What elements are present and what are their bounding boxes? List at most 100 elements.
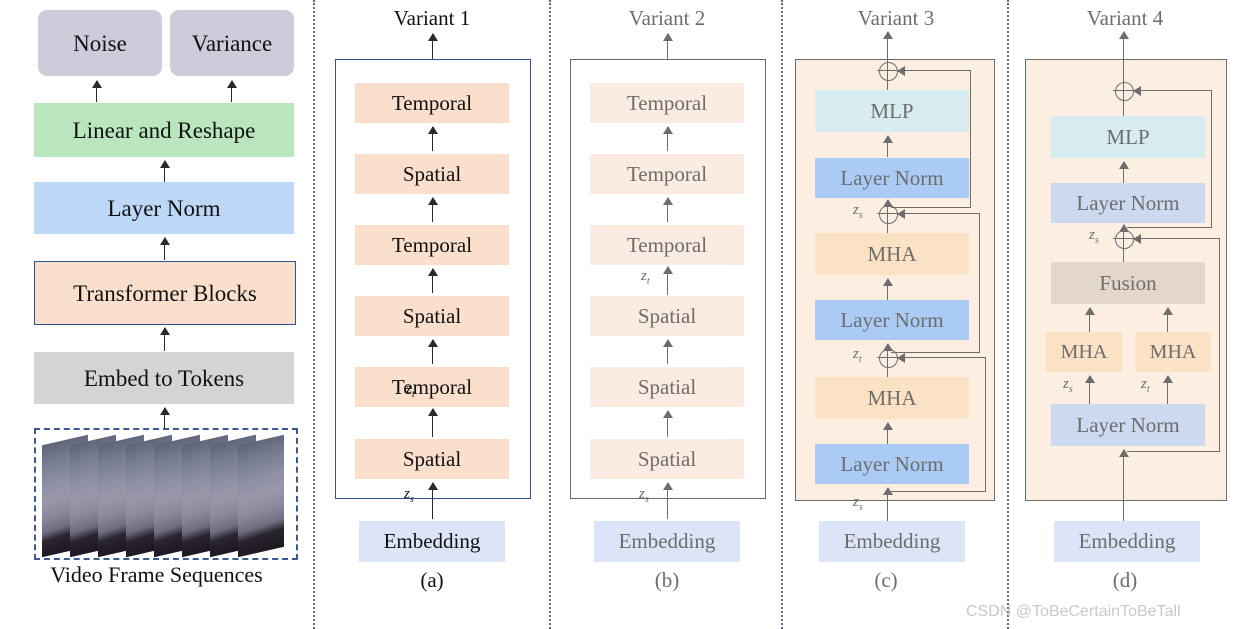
variant-3-caption-label: (c) xyxy=(874,568,898,592)
arrowhead-icon xyxy=(160,407,170,415)
variant-4-arrow-mha-right-to-fusion xyxy=(1163,307,1173,332)
arrowhead-icon xyxy=(1085,307,1095,315)
zlabel-sub: s xyxy=(1068,384,1073,395)
zlabel-sub: s xyxy=(858,502,863,513)
zlabel-sub: t xyxy=(411,389,415,400)
variant-4-embedding: Embedding xyxy=(1054,521,1200,562)
variant-1-embedding-label: Embedding xyxy=(383,529,481,553)
arrowhead-icon xyxy=(428,408,438,416)
arrowhead-icon xyxy=(428,268,438,276)
variant-2-block-2: Temporal xyxy=(590,225,744,265)
panel-divider-1 xyxy=(313,0,315,629)
variant-3-residual-add-bottom xyxy=(877,347,900,370)
variant-4-residual-add-top xyxy=(1113,80,1136,103)
variant-4-shaft-fusion xyxy=(1123,246,1124,262)
variant-3-residual-add-top xyxy=(877,60,900,83)
variant-4-block-ln-top: Layer Norm xyxy=(1051,183,1205,223)
arrowhead-icon xyxy=(428,126,438,134)
arrowhead-icon xyxy=(1119,31,1129,39)
variant-3-block-ln-1-label: Layer Norm xyxy=(840,307,944,332)
variant-2-block-5: Spatial xyxy=(590,439,744,479)
variant-1-arrow-6 xyxy=(428,482,438,519)
pipeline-box-layer-norm-label: Layer Norm xyxy=(107,195,221,221)
arrowhead-icon xyxy=(897,66,905,76)
variant-4-panel: Variant 4 MLP Layer Norm zs Fusion MHA M… xyxy=(1011,0,1239,629)
variant-4-block-ln-top-label: Layer Norm xyxy=(1076,190,1180,215)
variant-1-zlabel-zt: zt xyxy=(406,381,415,400)
variant-4-block-mha-temporal: MHA xyxy=(1135,332,1211,372)
arrowhead-icon xyxy=(428,339,438,347)
variant-4-zlabel-zs-left: zs xyxy=(1063,376,1073,395)
variant-3-residual-add-middle xyxy=(877,203,900,226)
arrowhead-icon xyxy=(883,422,893,430)
panel-divider-3 xyxy=(781,0,783,629)
variant-4-block-mha-temporal-label: MHA xyxy=(1149,341,1197,363)
variant-1-block-2: Temporal xyxy=(355,225,509,265)
arrow-to-noise xyxy=(92,80,102,102)
zlabel-sub: t xyxy=(858,354,862,365)
variant-1-block-0: Temporal xyxy=(355,83,509,123)
variant-3-arrow-embed-to-ln0 xyxy=(883,487,893,521)
variant-3-zlabel-zs-bottom: zs xyxy=(853,494,863,513)
variant-2-arrow-2 xyxy=(663,197,673,222)
variant-2-block-2-label: Temporal xyxy=(626,232,708,257)
variant-3-skip-mid-top xyxy=(903,213,979,214)
variant-1-arrow-3 xyxy=(428,268,438,293)
variant-4-block-mlp-label: MLP xyxy=(1106,124,1150,149)
variant-4-skip-mid-top xyxy=(1139,238,1219,239)
variant-2-card xyxy=(570,59,766,499)
arrowhead-icon xyxy=(1163,307,1173,315)
arrowhead-icon xyxy=(663,266,673,274)
arrow-embed-to-transformer xyxy=(160,327,170,351)
arrowhead-icon xyxy=(1133,234,1141,244)
variant-3-skip-mid-vertical xyxy=(979,213,980,353)
variant-1-card xyxy=(335,59,531,499)
variant-1-title-label: Variant 1 xyxy=(393,6,471,30)
arrowhead-icon xyxy=(1133,86,1141,96)
variant-2-block-3-label: Spatial xyxy=(637,303,697,328)
variant-4-zlabel-zt-right: zt xyxy=(1141,376,1150,395)
variant-2-arrow-3 xyxy=(663,266,673,295)
arrowhead-icon xyxy=(663,197,673,205)
variant-1-caption-label: (a) xyxy=(420,568,444,592)
variant-3-output-arrow xyxy=(883,31,893,59)
arrowhead-icon xyxy=(428,33,438,41)
variant-4-block-mha-spatial: MHA xyxy=(1046,332,1122,372)
variant-3-block-mlp: MLP xyxy=(815,90,969,132)
variant-3-block-ln-2: Layer Norm xyxy=(815,158,969,198)
variant-1-output-arrow xyxy=(428,33,438,59)
arrowhead-icon xyxy=(92,80,102,88)
variant-4-arrow-ln-to-mlp xyxy=(1119,161,1129,183)
variant-2-block-1: Temporal xyxy=(590,154,744,194)
arrowhead-icon xyxy=(160,327,170,335)
pipeline-box-transformer-blocks-label: Transformer Blocks xyxy=(73,280,257,306)
variant-2-embedding: Embedding xyxy=(594,521,740,562)
arrow-to-variance xyxy=(227,80,237,102)
arrowhead-icon xyxy=(663,126,673,134)
zlabel-sub: s xyxy=(409,494,414,505)
variant-1-block-3-label: Spatial xyxy=(402,303,462,328)
variant-2-embedding-label: Embedding xyxy=(618,529,716,553)
variant-4-output-arrow xyxy=(1119,31,1129,59)
variant-3-zlabel-zt: zt xyxy=(853,346,862,365)
variant-1-block-0-label: Temporal xyxy=(391,90,473,115)
arrow-transformer-to-layernorm xyxy=(160,237,170,260)
arrowhead-icon xyxy=(1163,375,1173,383)
variant-4-zlabel-zs-top: zs xyxy=(1089,227,1099,246)
arrowhead-icon xyxy=(663,410,673,418)
variant-3-block-mha-2-label: MHA xyxy=(867,241,917,266)
variant-2-arrow-1 xyxy=(663,126,673,151)
variant-4-block-mlp: MLP xyxy=(1051,116,1205,158)
variant-4-skip-mid-vertical xyxy=(1219,238,1220,452)
output-box-noise-label: Noise xyxy=(73,30,127,56)
arrowhead-icon xyxy=(663,33,673,41)
variant-3-block-ln-2-label: Layer Norm xyxy=(840,165,944,190)
variant-4-residual-add-middle xyxy=(1113,228,1136,251)
pipeline-box-linear-and-reshape-label: Linear and Reshape xyxy=(72,117,256,143)
arrowhead-icon xyxy=(160,237,170,245)
variant-4-skip-outer-vertical xyxy=(1211,90,1212,228)
variant-2-panel: Variant 2 Temporal Temporal Temporal zt … xyxy=(553,0,781,629)
variant-2-zlabel-zt: zt xyxy=(641,268,650,287)
variant-4-block-ln-bottom: Layer Norm xyxy=(1051,404,1205,446)
variant-1-zlabel-zs: zs xyxy=(404,486,414,505)
